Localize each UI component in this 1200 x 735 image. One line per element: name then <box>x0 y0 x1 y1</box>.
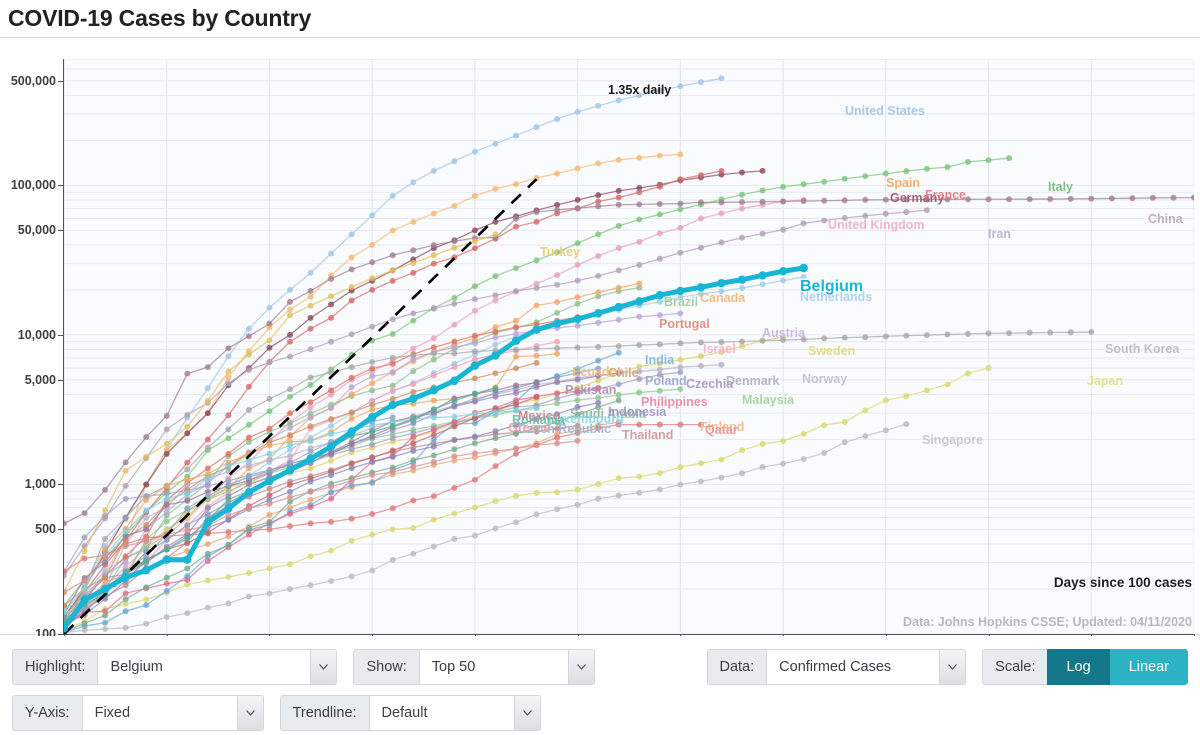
trendline-control: Trendline: Default <box>279 694 541 731</box>
x-axis-spine <box>64 634 1194 635</box>
yaxis-select[interactable]: Fixed <box>81 694 264 731</box>
show-select[interactable]: Top 50 <box>418 648 595 685</box>
y-axis-tick-label: 100,000 <box>10 178 56 193</box>
page-title: COVID-19 Cases by Country <box>8 5 312 31</box>
y-axis-tick-label: 50,000 <box>17 223 56 238</box>
show-label: Show: <box>353 648 419 685</box>
yaxis-label: Y-Axis: <box>12 694 82 731</box>
data-value: Confirmed Cases <box>779 658 892 675</box>
trendline-label: Trendline: <box>279 694 369 731</box>
show-value: Top 50 <box>431 658 476 675</box>
scale-log-button[interactable]: Log <box>1047 648 1110 685</box>
data-label: Data: <box>706 648 767 685</box>
y-axis-tick-label: 5,000 <box>24 372 56 387</box>
scale-label: Scale: <box>982 648 1048 685</box>
trendline-value: Default <box>381 704 428 721</box>
data-control: Data: Confirmed Cases <box>706 648 967 685</box>
chart-plot-svg <box>64 59 1194 634</box>
trendline-select[interactable]: Default <box>368 694 541 731</box>
plot-area: United States Spain Italy Germany France Unit… <box>64 59 1194 634</box>
y-axis-tick-label: 1,000 <box>24 477 56 492</box>
chevron-down-icon[interactable] <box>513 695 540 730</box>
controls-row-2: Y-Axis: Fixed Trendline: Default <box>0 689 1200 735</box>
scale-control: Scale: Log Linear <box>982 648 1188 685</box>
highlight-value: Belgium <box>110 658 163 675</box>
highlight-control: Highlight: Belgium <box>12 648 338 685</box>
chart-frame: Confirmed Cases United StatesSpainItalyG… <box>0 37 1200 656</box>
data-select[interactable]: Confirmed Cases <box>766 648 967 685</box>
trendline-annotation: 1.35x daily <box>608 83 672 97</box>
page-title-bar: COVID-19 Cases by Country <box>0 0 1200 37</box>
controls-row-1: Highlight: Belgium Show: Top 50 Data: Co… <box>0 636 1200 689</box>
controls-bar: Highlight: Belgium Show: Top 50 Data: Co… <box>0 636 1200 734</box>
y-axis-tick-label: 500 <box>35 522 56 537</box>
highlight-select[interactable]: Belgium <box>97 648 338 685</box>
chevron-down-icon[interactable] <box>236 695 263 730</box>
y-axis-spine <box>63 59 64 634</box>
x-axis-title: Days since 100 cases <box>1053 575 1192 590</box>
covid-chart-app: COVID-19 Cases by Country Confirmed Case… <box>0 0 1200 734</box>
source-note: Data: Johns Hopkins CSSE; Updated: 04/11… <box>903 615 1192 629</box>
chevron-down-icon[interactable] <box>567 649 594 684</box>
show-control: Show: Top 50 <box>353 648 595 685</box>
scale-linear-button[interactable]: Linear <box>1109 648 1188 685</box>
chevron-down-icon[interactable] <box>310 649 337 684</box>
y-axis-tick-label: 500,000 <box>10 73 56 88</box>
yaxis-control: Y-Axis: Fixed <box>12 694 264 731</box>
highlight-label: Highlight: <box>12 648 98 685</box>
yaxis-value: Fixed <box>94 704 131 721</box>
chevron-down-icon[interactable] <box>939 649 966 684</box>
y-axis-tick-label: 10,000 <box>17 327 56 342</box>
scale-toggle-group: Log Linear <box>1047 648 1188 685</box>
